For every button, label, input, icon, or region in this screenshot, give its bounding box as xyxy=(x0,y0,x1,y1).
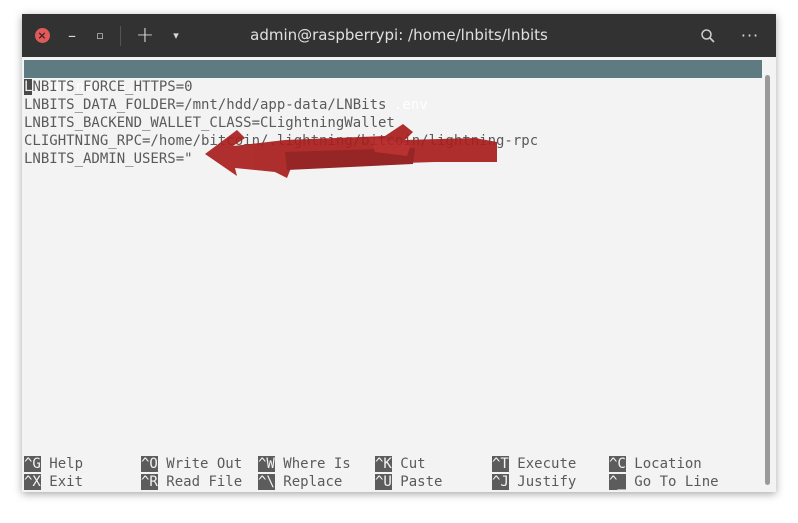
shortcut-key: ^\ xyxy=(258,474,275,490)
close-button[interactable]: × xyxy=(32,14,52,57)
shortcut-replace[interactable]: ^\ Replace xyxy=(258,473,342,491)
shortcut-label: Where Is xyxy=(283,456,351,472)
shortcut-paste[interactable]: ^U Paste xyxy=(375,473,442,491)
shortcut-label: Replace xyxy=(283,474,343,490)
shortcut-key: ^J xyxy=(492,474,509,490)
search-icon[interactable] xyxy=(698,14,718,57)
shortcut-help[interactable]: ^G Help xyxy=(24,455,83,473)
shortcut-key: ^X xyxy=(24,474,41,490)
shortcut-key: ^T xyxy=(492,456,509,472)
shortcut-cut[interactable]: ^K Cut xyxy=(375,455,426,473)
titlebar-separator xyxy=(120,26,121,46)
nano-filename: .env xyxy=(394,97,428,113)
shortcut-key: ^G xyxy=(24,456,41,472)
minimize-icon[interactable]: – xyxy=(64,14,80,57)
shortcut-exit[interactable]: ^X Exit xyxy=(24,473,83,491)
nano-header: GNU nano 5.4 .env xyxy=(24,60,762,113)
editor-line-2[interactable]: LNBITS_DATA_FOLDER=/mnt/hdd/app-data/LNB… xyxy=(24,96,386,114)
shortcut-key: ^W xyxy=(258,456,275,472)
shortcut-read-file[interactable]: ^R Read File xyxy=(141,473,242,491)
editor-line-5[interactable]: LNBITS_ADMIN_USERS=" xyxy=(24,150,193,168)
shortcut-key: ^C xyxy=(609,456,626,472)
editor-line-1[interactable]: LNBITS_FORCE_HTTPS=0 xyxy=(24,78,193,96)
shortcut-key: ^U xyxy=(375,474,392,490)
shortcut-label: Read File xyxy=(166,474,243,490)
shortcut-key: ^R xyxy=(141,474,158,490)
scrollbar[interactable] xyxy=(763,75,773,487)
shortcut-execute[interactable]: ^T Execute xyxy=(492,455,576,473)
shortcut-label: Justify xyxy=(517,474,577,490)
chevron-down-icon[interactable]: ▾ xyxy=(168,14,184,57)
scrollbar-thumb[interactable] xyxy=(765,75,770,485)
titlebar: × – ▫ + ▾ admin@raspberrypi: /home/lnbit… xyxy=(22,14,776,57)
shortcut-label: Go To Line xyxy=(634,474,719,490)
restore-icon[interactable]: ▫ xyxy=(92,14,108,57)
shortcut-justify[interactable]: ^J Justify xyxy=(492,473,576,491)
shortcut-label: Location xyxy=(634,456,702,472)
shortcut-label: Cut xyxy=(400,456,426,472)
shortcut-key: ^O xyxy=(141,456,158,472)
shortcut-write-out[interactable]: ^O Write Out xyxy=(141,455,242,473)
shortcut-label: Execute xyxy=(517,456,577,472)
shortcut-key: ^_ xyxy=(609,474,626,490)
shortcut-label: Write Out xyxy=(166,456,243,472)
close-icon: × xyxy=(34,28,50,43)
shortcut-go-to-line[interactable]: ^_ Go To Line xyxy=(609,473,719,491)
line-text: NBITS_FORCE_HTTPS=0 xyxy=(32,79,193,95)
shortcut-label: Help xyxy=(49,456,84,472)
more-options-icon[interactable]: ··· xyxy=(738,14,762,57)
terminal-window: × – ▫ + ▾ admin@raspberrypi: /home/lnbit… xyxy=(22,14,776,492)
shortcut-label: Paste xyxy=(400,474,443,490)
shortcut-label: Exit xyxy=(49,474,84,490)
new-tab-icon[interactable]: + xyxy=(134,14,156,57)
redaction-scribble xyxy=(205,124,497,178)
shortcut-location[interactable]: ^C Location xyxy=(609,455,702,473)
shortcut-where-is[interactable]: ^W Where Is xyxy=(258,455,351,473)
shortcut-key: ^K xyxy=(375,456,392,472)
